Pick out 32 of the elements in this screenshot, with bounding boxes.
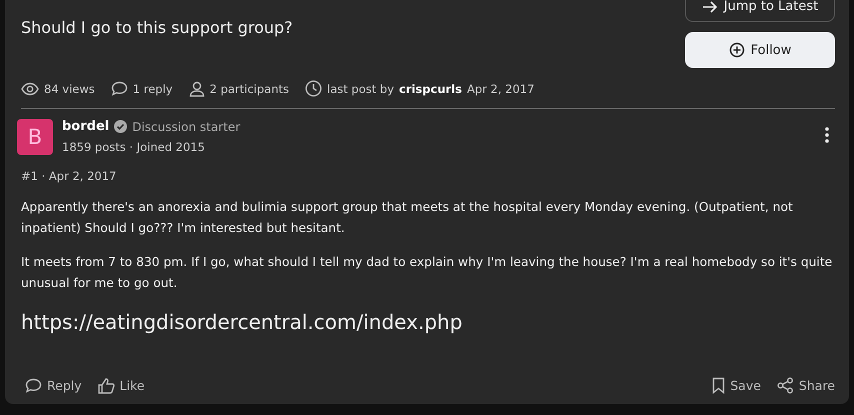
share-button[interactable]: Share xyxy=(776,377,835,394)
clock-icon xyxy=(305,80,322,97)
author-name[interactable]: bordel xyxy=(62,119,110,134)
share-icon xyxy=(776,377,794,394)
speech-bubble-icon xyxy=(110,81,128,96)
post-date: Apr 2, 2017 xyxy=(466,82,534,96)
stat-text: 1 reply xyxy=(132,82,173,96)
thread-title: Should I go to this support group? xyxy=(21,18,293,39)
plus-circle-icon xyxy=(728,42,745,58)
person-icon xyxy=(188,80,205,96)
stat-text: last post by xyxy=(327,82,394,96)
post-paragraph: Apparently there's an anorexia and bulimia support group that meets at the hospital every Monday evening. (Outpatient, not inpatient) Should I go??? I'm interested but hesitant. xyxy=(21,199,794,237)
post-number-date: #1 · Apr 2, 2017 xyxy=(21,169,118,183)
post-link[interactable]: https://eatingdisordercentral.com/index.php xyxy=(21,310,835,334)
thumbs-up-icon xyxy=(98,378,115,394)
stat-text: 84 views xyxy=(44,82,95,96)
post-paragraph: It meets from 7 to 830 pm. If I go, what should I tell my dad to explain why I'm leaving the house? I'm a real homebody so it's quite unusual for me to go out. xyxy=(21,254,834,292)
check-badge-icon xyxy=(114,120,128,133)
like-button[interactable]: Like xyxy=(98,377,145,394)
bookmark-icon xyxy=(712,377,726,394)
arrow-right-icon xyxy=(702,0,718,12)
more-options-icon[interactable] xyxy=(825,127,829,143)
stat-text: 2 participants xyxy=(210,82,289,96)
discussion-starter-label: Discussion starter xyxy=(132,120,240,134)
jump-to-latest-button[interactable]: Jump to Latest xyxy=(685,0,835,22)
author-meta: 1859 posts · Joined 2015 xyxy=(62,140,206,154)
username-link[interactable]: crispcurls xyxy=(399,82,462,96)
reply-button[interactable]: Reply xyxy=(25,377,82,394)
follow-button[interactable]: Follow xyxy=(685,32,835,68)
eye-icon xyxy=(21,82,39,96)
speech-bubble-icon xyxy=(25,378,42,393)
save-button[interactable]: Save xyxy=(712,377,761,394)
